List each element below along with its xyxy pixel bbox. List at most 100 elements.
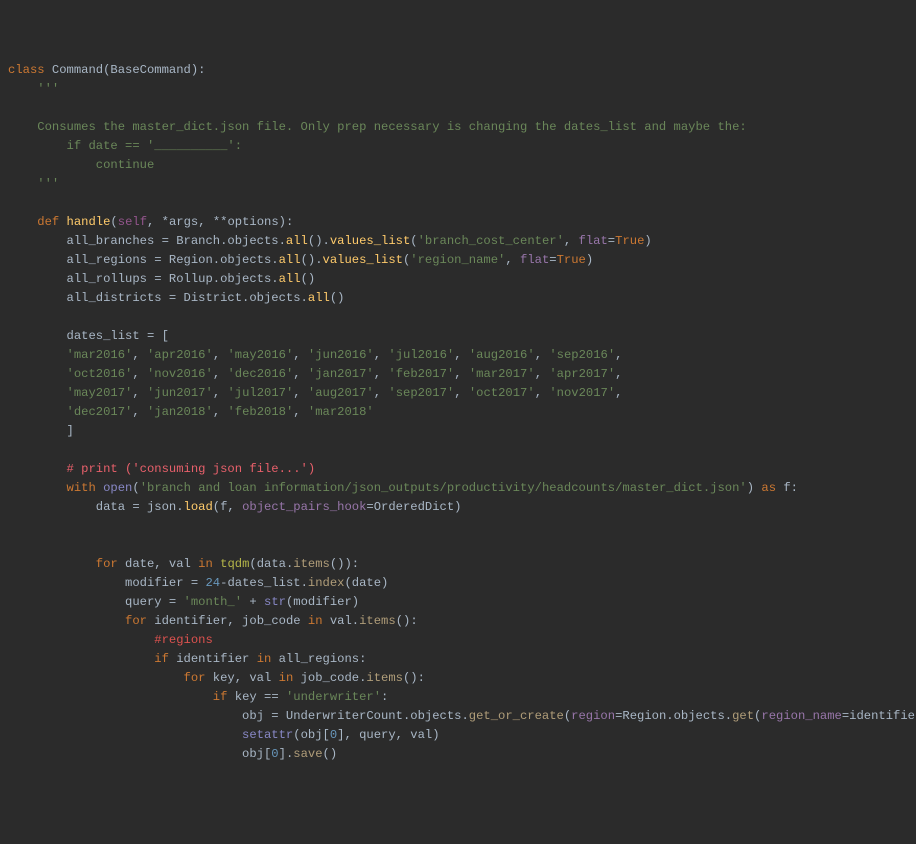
code-line: data = json.load(f, object_pairs_hook=Or…	[8, 498, 908, 517]
code-token: ,	[293, 367, 308, 381]
code-token: ,	[374, 348, 389, 362]
code-token: (	[410, 234, 417, 248]
code-token: values_list	[330, 234, 410, 248]
code-token: 'jul2016'	[388, 348, 454, 362]
code-token: -dates_list.	[220, 576, 308, 590]
code-token: 'mar2016'	[67, 348, 133, 362]
code-token: ,	[454, 348, 469, 362]
code-line: dates_list = [	[8, 327, 908, 346]
code-token: ,	[505, 253, 520, 267]
code-line: with open('branch and loan information/j…	[8, 479, 908, 498]
code-token: ], query, val)	[337, 728, 439, 742]
code-token	[8, 139, 67, 153]
code-token: ,	[374, 386, 389, 400]
code-token: in	[308, 614, 330, 628]
code-token: key, val	[213, 671, 279, 685]
code-token: in	[198, 557, 220, 571]
code-line: 'oct2016', 'nov2016', 'dec2016', 'jan201…	[8, 365, 908, 384]
code-token: all_branches = Branch.objects.	[8, 234, 286, 248]
code-token: for	[125, 614, 154, 628]
code-token: 'jul2017'	[227, 386, 293, 400]
code-token: items	[366, 671, 403, 685]
code-token: 'month_'	[184, 595, 243, 609]
code-token: job_code.	[301, 671, 367, 685]
code-token: key ==	[235, 690, 286, 704]
code-token: 'jan2018'	[147, 405, 213, 419]
code-editor-content: class Command(BaseCommand): ''' Consumes…	[8, 61, 908, 764]
code-token: 'dec2016'	[227, 367, 293, 381]
code-token: tqdm	[220, 557, 249, 571]
code-token: all	[279, 253, 301, 267]
code-token: )	[644, 234, 651, 248]
code-token: 'apr2016'	[147, 348, 213, 362]
code-token: 'mar2018'	[308, 405, 374, 419]
code-token	[8, 690, 213, 704]
code-token: ,	[535, 367, 550, 381]
code-token: (f,	[213, 500, 242, 514]
code-token: with	[67, 481, 104, 495]
code-line: 'dec2017', 'jan2018', 'feb2018', 'mar201…	[8, 403, 908, 422]
code-token: +	[242, 595, 264, 609]
code-token: all	[279, 272, 301, 286]
code-token: ,	[374, 367, 389, 381]
code-token: 'oct2016'	[67, 367, 133, 381]
code-token: object_pairs_hook	[242, 500, 366, 514]
code-token	[8, 386, 67, 400]
code-token: (date)	[344, 576, 388, 590]
code-token	[8, 614, 125, 628]
code-token: save	[293, 747, 322, 761]
code-line: all_rollups = Rollup.objects.all()	[8, 270, 908, 289]
code-line: if date == '__________':	[8, 137, 908, 156]
code-token: 'apr2017'	[549, 367, 615, 381]
code-token: handle	[67, 215, 111, 229]
code-token: ,	[293, 386, 308, 400]
code-line: query = 'month_' + str(modifier)	[8, 593, 908, 612]
code-token: ().	[301, 253, 323, 267]
code-token: for	[96, 557, 125, 571]
code-token: all_districts = District.objects.	[8, 291, 308, 305]
code-token: all_rollups = Rollup.objects.	[8, 272, 279, 286]
code-token: ():	[403, 671, 425, 685]
code-token: 'underwriter'	[286, 690, 381, 704]
code-token: ,	[454, 367, 469, 381]
code-token: # print ('consuming json file...')	[67, 462, 316, 476]
code-token: (	[132, 481, 139, 495]
code-token: (data.	[249, 557, 293, 571]
code-token: ()	[330, 291, 345, 305]
code-token: ,	[213, 348, 228, 362]
code-token: 'jun2017'	[147, 386, 213, 400]
code-token: get	[732, 709, 754, 723]
code-line: class Command(BaseCommand):	[8, 61, 908, 80]
code-token: 'may2017'	[67, 386, 133, 400]
code-token: ().	[308, 234, 330, 248]
code-line: all_regions = Region.objects.all().value…	[8, 251, 908, 270]
code-token: continue	[96, 158, 155, 172]
code-token: items	[293, 557, 330, 571]
code-token: 'jun2016'	[308, 348, 374, 362]
code-token: ,	[213, 405, 228, 419]
code-token	[8, 82, 37, 96]
code-line	[8, 536, 908, 555]
code-token: obj[	[8, 747, 271, 761]
code-token: open	[103, 481, 132, 495]
code-line: Consumes the master_dict.json file. Only…	[8, 118, 908, 137]
code-line: ]	[8, 422, 908, 441]
code-token: flat	[520, 253, 549, 267]
code-token: flat	[579, 234, 608, 248]
code-token: query =	[8, 595, 184, 609]
code-token: 24	[205, 576, 220, 590]
code-token: 'aug2017'	[308, 386, 374, 400]
code-token	[8, 671, 184, 685]
code-token: all	[308, 291, 330, 305]
code-token: for	[184, 671, 213, 685]
code-line: 'may2017', 'jun2017', 'jul2017', 'aug201…	[8, 384, 908, 403]
code-token: f:	[783, 481, 798, 495]
code-token: identifier, job_code	[154, 614, 308, 628]
code-token: 'nov2017'	[549, 386, 615, 400]
code-token: if	[154, 652, 176, 666]
code-token: True	[615, 234, 644, 248]
code-line: '''	[8, 175, 908, 194]
code-line: def handle(self, *args, **options):	[8, 213, 908, 232]
code-token	[8, 158, 96, 172]
code-token: ,	[615, 367, 622, 381]
